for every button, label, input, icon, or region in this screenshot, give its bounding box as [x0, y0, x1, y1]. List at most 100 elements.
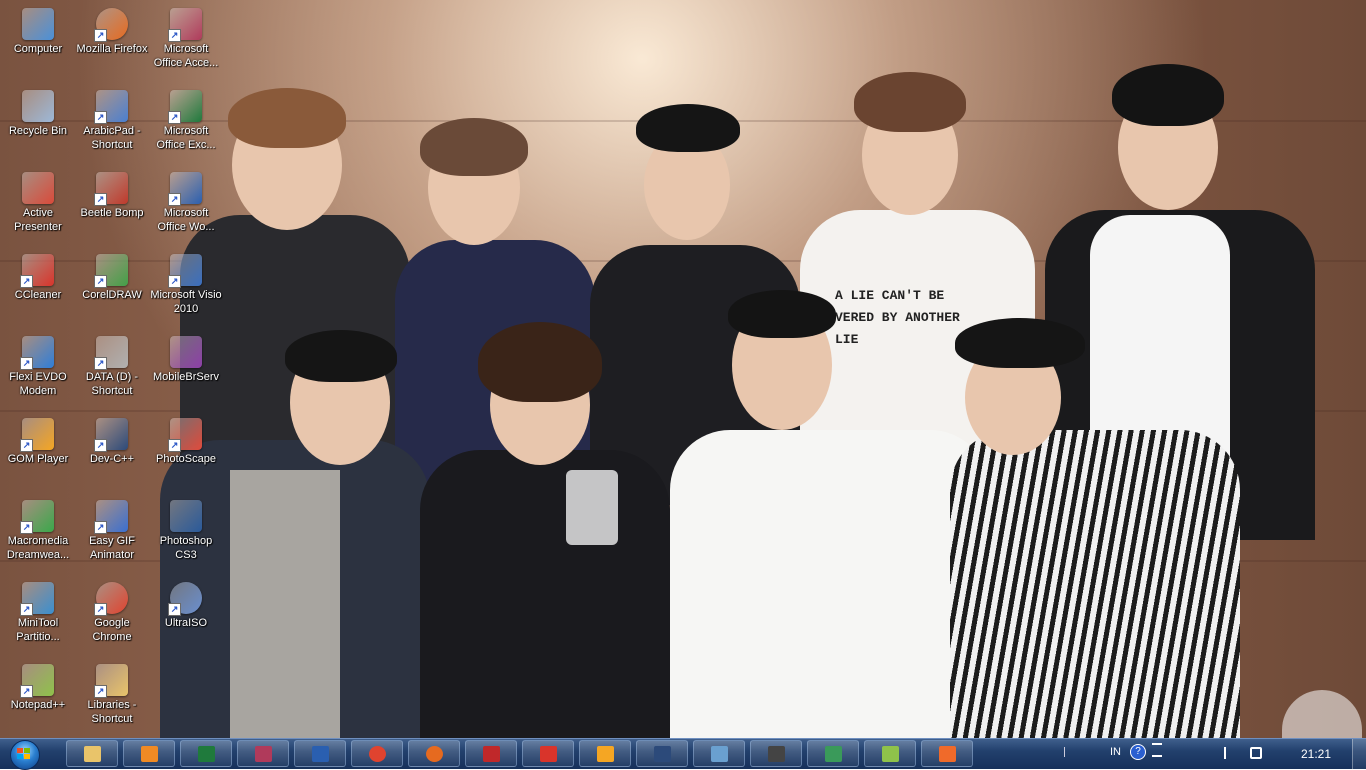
photoshop-icon: [170, 500, 202, 532]
media-player-icon: [141, 746, 158, 762]
paint-icon: [711, 746, 728, 762]
shortcut-arrow-icon: ↗: [168, 111, 181, 124]
tray-expand-icon[interactable]: [1064, 747, 1075, 757]
help-icon[interactable]: ?: [1130, 744, 1146, 760]
action-center-flag-icon[interactable]: [1224, 747, 1234, 759]
taskbar-button-network[interactable]: [807, 740, 859, 767]
desktop-icon[interactable]: Computer: [0, 4, 76, 84]
shortcut-arrow-icon: ↗: [94, 439, 107, 452]
desktop-icon[interactable]: ↗ Microsoft Office Acce...: [148, 4, 224, 84]
desktop-icon[interactable]: ↗ Microsoft Office Exc...: [148, 86, 224, 166]
plastic-cup: [1282, 690, 1362, 738]
shortcut-arrow-icon: ↗: [168, 439, 181, 452]
desktop-icon[interactable]: ↗ CorelDRAW: [74, 250, 150, 330]
shortcut-arrow-icon: ↗: [20, 275, 33, 288]
shortcut-arrow-icon: ↗: [168, 29, 181, 42]
desktop-icon[interactable]: ↗ Macromedia Dreamwea...: [0, 496, 76, 576]
start-button[interactable]: [4, 740, 46, 770]
desktop-icon-label: Active Presenter: [14, 207, 62, 233]
ccleaner-icon: ↗: [20, 254, 54, 288]
system-clock[interactable]: 21:21: [1286, 739, 1346, 769]
minitool-icon: ↗: [20, 582, 54, 616]
windows-flag-icon: [17, 748, 31, 760]
easy-gif-icon: ↗: [94, 500, 128, 534]
taskbar: IN ? 21:21: [0, 738, 1366, 770]
power-icon[interactable]: [1250, 747, 1262, 759]
notepadpp-icon: [882, 746, 899, 762]
taskbar-button-notepadpp[interactable]: [864, 740, 916, 767]
desktop-icon[interactable]: MobileBrServ: [148, 332, 224, 412]
desktop-icon[interactable]: ↗ Notepad++: [0, 660, 76, 740]
taskbar-button-xampp[interactable]: [921, 740, 973, 767]
desktop-icon[interactable]: Photoshop CS3: [148, 496, 224, 576]
desktop-icon-label: Microsoft Visio 2010: [150, 289, 222, 315]
desktop-icon[interactable]: ↗ Flexi EVDO Modem: [0, 332, 76, 412]
desktop-icon[interactable]: Recycle Bin: [0, 86, 76, 166]
shortcut-arrow-icon: ↗: [20, 685, 33, 698]
taskbar-button-acrobat[interactable]: [465, 740, 517, 767]
modem-icon: ↗: [20, 336, 54, 370]
desktop-icon-area: Computer Recycle Bin Active Presenter ↗ CCle…: [0, 0, 240, 738]
desktop-icon-label: Microsoft Office Acce...: [153, 43, 219, 69]
taskbar-button-media-player[interactable]: [123, 740, 175, 767]
taskbar-button-gom[interactable]: [579, 740, 631, 767]
gom-player-icon: ↗: [20, 418, 54, 452]
recycle-bin-icon: [22, 90, 54, 122]
desktop-icon[interactable]: ↗ Mozilla Firefox: [74, 4, 150, 84]
photoscape-icon: ↗: [168, 418, 202, 452]
beetle-bomp-icon: ↗: [94, 172, 128, 206]
shortcut-arrow-icon: ↗: [94, 357, 107, 370]
movie-maker-icon: [768, 746, 785, 762]
desktop-icon[interactable]: ↗ Dev-C++: [74, 414, 150, 494]
libraries-icon: ↗: [94, 664, 128, 698]
show-desktop-button[interactable]: [1352, 739, 1366, 769]
desktop-icon[interactable]: ↗ GOM Player: [0, 414, 76, 494]
desktop-icon-label: Notepad++: [10, 699, 66, 711]
word-icon: [312, 746, 329, 762]
desktop-icon[interactable]: ↗ PhotoScape: [148, 414, 224, 494]
shortcut-arrow-icon: ↗: [20, 521, 33, 534]
desktop-icon[interactable]: ↗ CCleaner: [0, 250, 76, 330]
taskbar-button-chrome[interactable]: [351, 740, 403, 767]
language-indicator[interactable]: IN: [1110, 746, 1121, 758]
desktop-icon[interactable]: ↗ ArabicPad - Shortcut: [74, 86, 150, 166]
taskbar-button-paint[interactable]: [693, 740, 745, 767]
desktop-icon[interactable]: ↗ Google Chrome: [74, 578, 150, 658]
desktop-icon[interactable]: ↗ Easy GIF Animator: [74, 496, 150, 576]
shortcut-arrow-icon: ↗: [20, 439, 33, 452]
desktop-icon-label: Easy GIF Animator: [89, 535, 135, 561]
desktop-icon[interactable]: ↗ Microsoft Office Wo...: [148, 168, 224, 248]
desktop-icon[interactable]: ↗ MiniTool Partitio...: [0, 578, 76, 658]
desktop-icon-label: Recycle Bin: [8, 125, 68, 137]
desktop-icon[interactable]: ↗ Libraries - Shortcut: [74, 660, 150, 740]
taskbar-button-clapper[interactable]: [750, 740, 802, 767]
chrome-icon: [369, 746, 386, 762]
taskbar-button-explorer[interactable]: [66, 740, 118, 767]
coreldraw-icon: ↗: [94, 254, 128, 288]
desktop-icon-label: Macromedia Dreamwea...: [6, 535, 70, 561]
excel-icon: ↗: [168, 90, 202, 124]
arabicpad-icon: ↗: [94, 90, 128, 124]
desktop-icon[interactable]: ↗ Beetle Bomp: [74, 168, 150, 248]
visio-icon: ↗: [168, 254, 202, 288]
taskbar-button-word[interactable]: [294, 740, 346, 767]
input-options-icon[interactable]: [1152, 743, 1162, 757]
desktop-icon-label: Google Chrome: [92, 617, 132, 643]
taskbar-button-access[interactable]: [237, 740, 289, 767]
taskbar-button-excel[interactable]: [180, 740, 232, 767]
taskbar-button-firefox[interactable]: [408, 740, 460, 767]
desktop-icon[interactable]: ↗ DATA (D) - Shortcut: [74, 332, 150, 412]
desktop-icon-label: Dev-C++: [89, 453, 135, 465]
gom-player-icon: [597, 746, 614, 762]
desktop-icon-label: Mozilla Firefox: [76, 43, 148, 55]
desktop-icon[interactable]: ↗ UltraISO: [148, 578, 224, 658]
folder-icon: [84, 746, 101, 762]
desktop-icon-label: Computer: [13, 43, 63, 55]
taskbar-button-devcpp[interactable]: [636, 740, 688, 767]
desktop-icon-label: Flexi EVDO Modem: [9, 371, 67, 397]
taskbar-button-cleaner[interactable]: [522, 740, 574, 767]
desktop-icon-label: Microsoft Office Exc...: [156, 125, 216, 151]
desktop-icon[interactable]: ↗ Microsoft Visio 2010: [148, 250, 224, 330]
computer-icon: [22, 8, 54, 40]
desktop-icon[interactable]: Active Presenter: [0, 168, 76, 248]
